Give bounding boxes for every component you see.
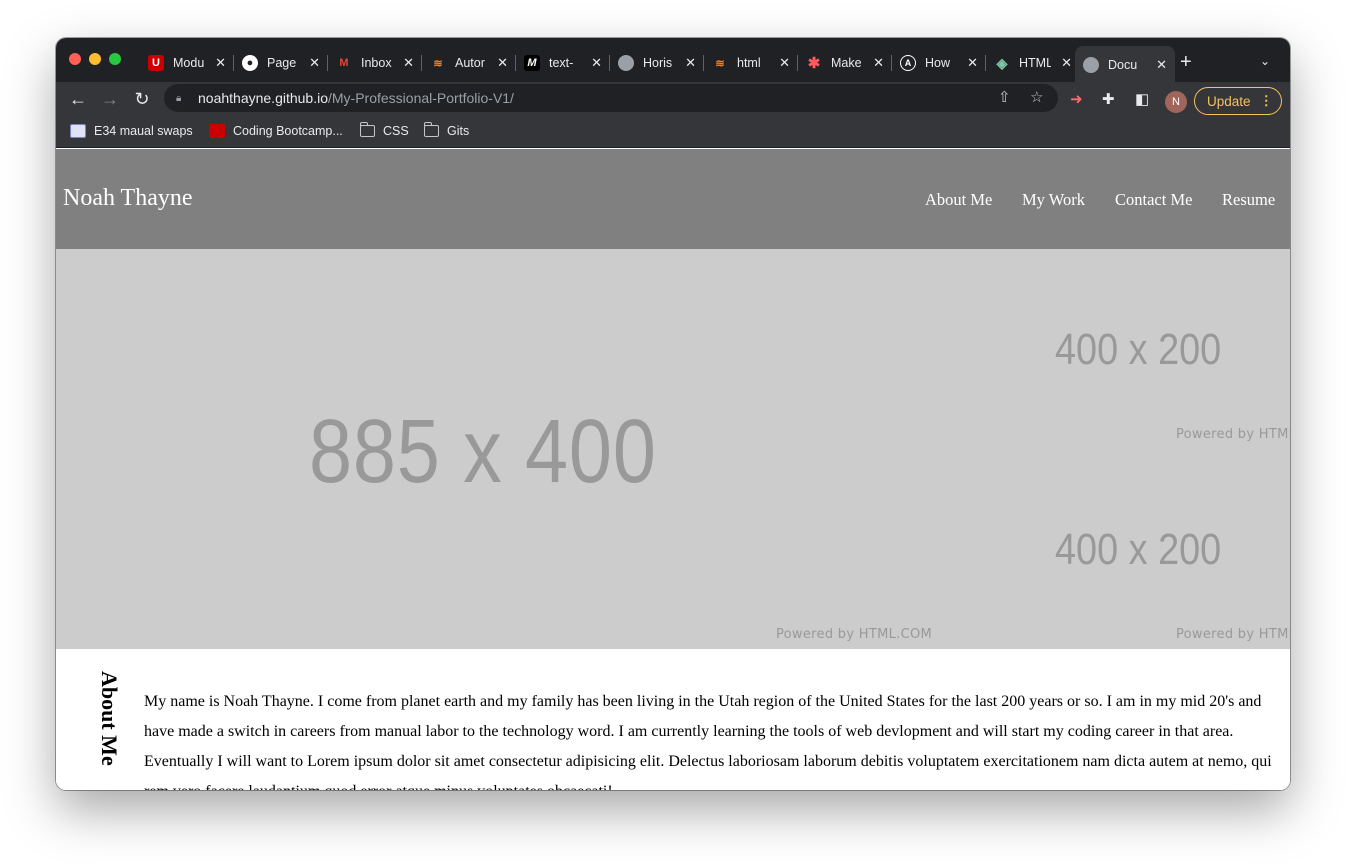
- gmail-icon: M: [339, 57, 349, 69]
- bookmark-favicon-icon: [70, 124, 86, 138]
- close-window-button[interactable]: [69, 53, 81, 65]
- tab-title: Modu: [173, 56, 205, 70]
- powered-by-label: Powered by HTML: [1176, 627, 1290, 642]
- powered-by-label: Powered by HTML: [1176, 427, 1290, 442]
- close-tab-icon[interactable]: ✕: [403, 55, 414, 71]
- tab-text[interactable]: M text- ✕: [516, 46, 610, 80]
- tab-html[interactable]: ≋ html ✕: [704, 46, 798, 80]
- extensions-puzzle-icon[interactable]: ✚: [1102, 90, 1115, 108]
- tab-title: Inbox: [361, 56, 392, 70]
- tab-title: Docu: [1108, 58, 1138, 72]
- update-label: Update: [1207, 93, 1251, 109]
- bookmarks-bar: E34 maual swaps Coding Bootcamp... CSS G…: [56, 116, 1290, 148]
- nav-link-about-me[interactable]: About Me: [925, 190, 992, 210]
- browser-window: U Modu ✕ ● Page ✕ M Inbox ✕ ≋ Autor ✕ M …: [56, 38, 1290, 790]
- about-section: About Me My name is Noah Thayne. I come …: [56, 649, 1290, 790]
- a-logo-icon: A: [900, 55, 916, 71]
- bookmark-e34[interactable]: E34 maual swaps: [70, 124, 193, 138]
- hero-images: 885 x 400 Powered by HTML.COM 400 x 200 …: [56, 249, 1290, 649]
- close-tab-icon[interactable]: ✕: [215, 55, 226, 71]
- tab-docu-active[interactable]: Docu ✕: [1075, 46, 1175, 84]
- globe-icon: [1083, 57, 1099, 73]
- tab-html-com[interactable]: ◈ HTML ✕: [986, 46, 1080, 80]
- reload-icon[interactable]: ↻: [129, 86, 155, 112]
- bookmark-coding-bootcamp[interactable]: Coding Bootcamp...: [209, 124, 343, 138]
- tab-how[interactable]: A How ✕: [892, 46, 986, 80]
- powered-by-label: Powered by HTML.COM: [776, 627, 933, 642]
- tab-title: html: [737, 56, 761, 70]
- bookmark-star-icon[interactable]: ☆: [1030, 88, 1043, 106]
- tab-title: Page: [267, 56, 297, 70]
- new-tab-button[interactable]: +: [1180, 51, 1192, 74]
- tab-modu[interactable]: U Modu ✕: [140, 46, 234, 80]
- url-text: noahthayne.github.io/My-Professional-Por…: [198, 90, 514, 106]
- tab-autor[interactable]: ≋ Autor ✕: [422, 46, 516, 80]
- placeholder-image-side-top: 400 x 200: [1055, 325, 1222, 374]
- html-diamond-icon: ◈: [996, 54, 1008, 71]
- more-menu-icon[interactable]: ⋮: [1260, 93, 1274, 109]
- bookmark-folder-css[interactable]: CSS: [359, 122, 409, 138]
- tab-title: Horis: [643, 56, 673, 70]
- browser-toolbar: ← → ↻ 🔒︎ noahthayne.github.io/My-Profess…: [56, 82, 1290, 116]
- close-tab-icon[interactable]: ✕: [967, 55, 978, 71]
- tab-horis[interactable]: Horis ✕: [610, 46, 704, 80]
- close-tab-icon[interactable]: ✕: [779, 55, 790, 71]
- address-bar[interactable]: 🔒︎ noahthayne.github.io/My-Professional-…: [164, 84, 1058, 112]
- forward-arrow-icon[interactable]: →: [97, 86, 123, 112]
- tab-inbox[interactable]: M Inbox ✕: [328, 46, 422, 80]
- medium-icon: M: [524, 55, 540, 71]
- close-tab-icon[interactable]: ✕: [497, 55, 508, 71]
- site-title: Noah Thayne: [63, 185, 193, 211]
- tab-title: Autor: [455, 56, 485, 70]
- utah-u-icon: U: [148, 55, 164, 71]
- globe-icon: [618, 55, 634, 71]
- minimize-window-button[interactable]: [89, 53, 101, 65]
- folder-icon: [359, 122, 375, 137]
- nav-link-resume[interactable]: Resume: [1222, 190, 1275, 210]
- close-tab-icon[interactable]: ✕: [873, 55, 884, 71]
- close-tab-icon[interactable]: ✕: [1156, 57, 1167, 73]
- lock-icon: 🔒︎: [176, 93, 182, 104]
- stackoverflow-icon: ≋: [433, 57, 443, 70]
- bookmark-folder-gits[interactable]: Gits: [423, 122, 469, 138]
- tab-page[interactable]: ● Page ✕: [234, 46, 328, 80]
- side-panel-icon[interactable]: ◧: [1135, 90, 1149, 108]
- maximize-window-button[interactable]: [109, 53, 121, 65]
- placeholder-image-main: 885 x 400: [309, 402, 657, 502]
- github-icon: ●: [242, 55, 258, 71]
- share-icon[interactable]: ⇧: [998, 88, 1011, 106]
- site-header: Noah Thayne About Me My Work Contact Me …: [56, 149, 1290, 249]
- tab-strip: U Modu ✕ ● Page ✕ M Inbox ✕ ≋ Autor ✕ M …: [56, 38, 1290, 84]
- tab-title: How: [925, 56, 951, 70]
- asterisk-icon: ✱: [807, 55, 821, 72]
- placeholder-image-side-bottom: 400 x 200: [1055, 525, 1222, 574]
- tab-make[interactable]: ✱ Make ✕: [798, 46, 892, 80]
- profile-avatar[interactable]: N: [1165, 91, 1187, 113]
- web-page: Noah Thayne About Me My Work Contact Me …: [56, 149, 1290, 790]
- close-tab-icon[interactable]: ✕: [309, 55, 320, 71]
- close-tab-icon[interactable]: ✕: [1061, 55, 1072, 71]
- back-arrow-icon[interactable]: ←: [65, 86, 91, 112]
- close-tab-icon[interactable]: ✕: [591, 55, 602, 71]
- about-heading: About Me: [97, 671, 122, 766]
- about-paragraph: My name is Noah Thayne. I come from plan…: [144, 693, 1272, 790]
- stackoverflow-icon: ≋: [715, 57, 725, 70]
- tab-title: Make: [831, 56, 862, 70]
- folder-icon: [423, 122, 439, 137]
- close-tab-icon[interactable]: ✕: [685, 55, 696, 71]
- nav-link-contact-me[interactable]: Contact Me: [1115, 190, 1192, 210]
- extension-arrow-icon[interactable]: ➜: [1070, 90, 1083, 108]
- nav-link-my-work[interactable]: My Work: [1022, 190, 1085, 210]
- tab-title: HTML: [1019, 56, 1051, 70]
- tab-title: text-: [549, 56, 574, 70]
- utah-u-icon: [209, 124, 225, 138]
- update-button[interactable]: Update ⋮: [1194, 87, 1282, 115]
- tab-search-chevron-icon[interactable]: ⌄: [1260, 54, 1270, 68]
